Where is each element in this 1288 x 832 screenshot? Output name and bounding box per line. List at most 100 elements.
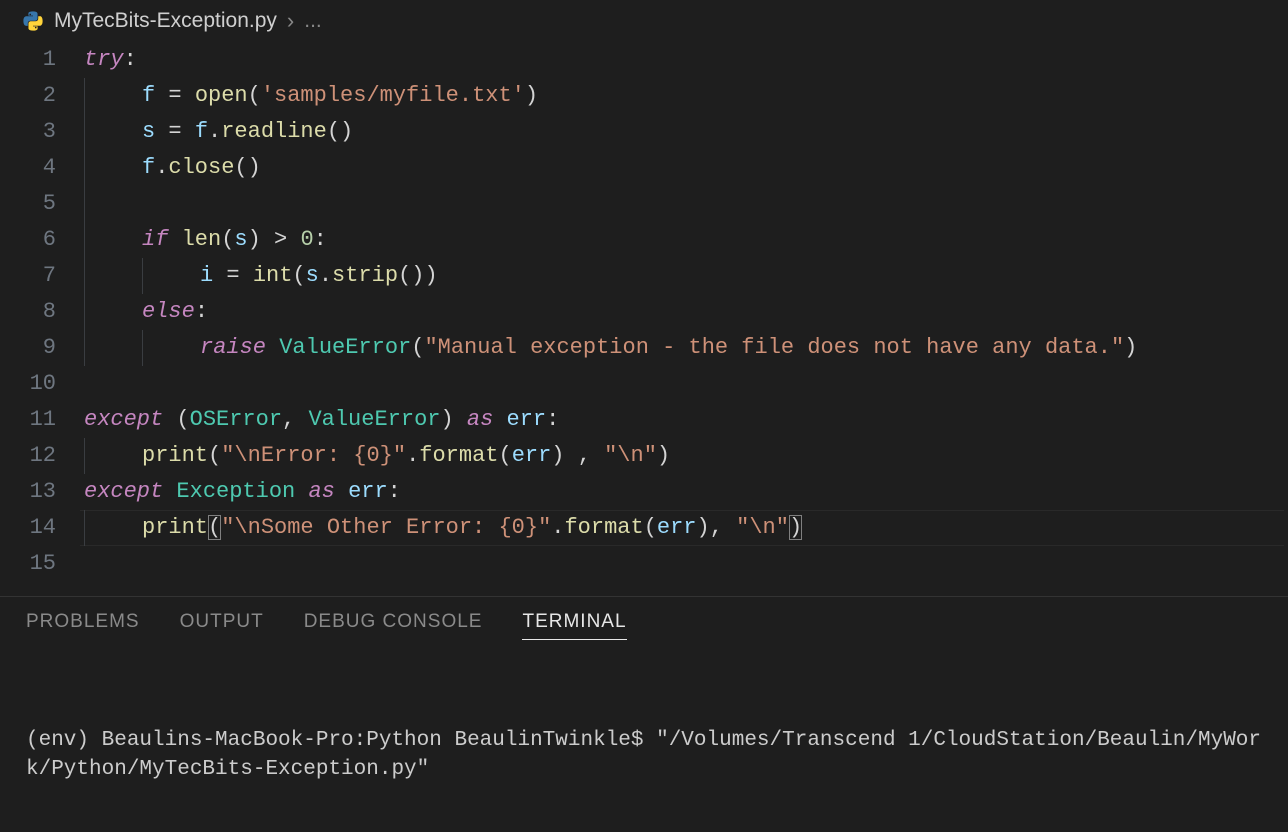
token: )	[525, 83, 538, 108]
token: "\nError: {0}"	[221, 443, 406, 468]
line-number: 9	[0, 330, 56, 366]
indent-guide	[84, 222, 85, 258]
token	[266, 335, 279, 360]
code-line[interactable]: print("\nError: {0}".format(err) , "\n")	[84, 438, 1288, 474]
token: .	[319, 263, 332, 288]
terminal-output[interactable]: (env) Beaulins-MacBook-Pro:Python Beauli…	[0, 650, 1288, 832]
panel-tab-terminal[interactable]: TERMINAL	[522, 611, 626, 640]
code-line[interactable]	[84, 186, 1288, 222]
token: open	[195, 83, 248, 108]
token: )	[1124, 335, 1137, 360]
code-line[interactable]: raise ValueError("Manual exception - the…	[84, 330, 1288, 366]
breadcrumb-rest[interactable]: ...	[304, 9, 322, 33]
indent-guide	[84, 258, 85, 294]
indent-guide	[142, 258, 143, 294]
token: .	[406, 443, 419, 468]
token: 'samples/myfile.txt'	[261, 83, 525, 108]
panel-tab-debug[interactable]: DEBUG CONSOLE	[304, 611, 483, 640]
token: (	[292, 263, 305, 288]
token: (	[248, 83, 261, 108]
indent-guide	[84, 510, 85, 546]
token: :	[124, 47, 137, 72]
token: as	[467, 407, 493, 432]
code-line[interactable]: print("\nSome Other Error: {0}".format(e…	[84, 510, 1288, 546]
line-number: 13	[0, 474, 56, 510]
python-icon	[22, 10, 44, 32]
token: format	[419, 443, 498, 468]
breadcrumb-filename[interactable]: MyTecBits-Exception.py	[54, 9, 277, 33]
token: ,	[282, 407, 308, 432]
token: err	[348, 479, 388, 504]
token	[163, 407, 176, 432]
token: as	[308, 479, 334, 504]
token: len	[182, 227, 222, 252]
token: i	[200, 263, 213, 288]
token: f	[142, 83, 155, 108]
token: ) ,	[551, 443, 604, 468]
token: ValueError	[308, 407, 440, 432]
token: OSError	[190, 407, 282, 432]
token: =	[155, 83, 195, 108]
code-line[interactable]: i = int(s.strip())	[84, 258, 1288, 294]
token: readline	[221, 119, 327, 144]
line-number: 14	[0, 510, 56, 546]
code-line[interactable]: try:	[84, 42, 1288, 78]
token: )	[440, 407, 453, 432]
panel-tab-output[interactable]: OUTPUT	[180, 611, 264, 640]
code-line[interactable]: s = f.readline()	[84, 114, 1288, 150]
line-number: 12	[0, 438, 56, 474]
token: =	[155, 119, 195, 144]
code-line[interactable]: f.close()	[84, 150, 1288, 186]
token: f	[142, 155, 155, 180]
token: try	[84, 47, 124, 72]
token: =	[213, 263, 253, 288]
token: .	[155, 155, 168, 180]
line-number: 6	[0, 222, 56, 258]
code-line[interactable]: if len(s) > 0:	[84, 222, 1288, 258]
indent-guide	[84, 186, 85, 222]
token: "\n"	[736, 515, 789, 540]
breadcrumb[interactable]: MyTecBits-Exception.py › ...	[0, 0, 1288, 42]
token	[335, 479, 348, 504]
token: "\nSome Other Error: {0}"	[221, 515, 551, 540]
token: .	[208, 119, 221, 144]
token: )	[657, 443, 670, 468]
code-area[interactable]: try:f = open('samples/myfile.txt')s = f.…	[84, 42, 1288, 582]
token: err	[512, 443, 552, 468]
line-number: 15	[0, 546, 56, 582]
token: except	[84, 407, 163, 432]
token	[454, 407, 467, 432]
token: (	[498, 443, 511, 468]
panel-tabs: PROBLEMS OUTPUT DEBUG CONSOLE TERMINAL	[0, 597, 1288, 650]
token: >	[261, 227, 301, 252]
workspace: MyTecBits-Exception.py › ... 12345678910…	[0, 0, 1288, 832]
code-line[interactable]: except (OSError, ValueError) as err:	[84, 402, 1288, 438]
indent-guide	[84, 150, 85, 186]
token: ()	[234, 155, 260, 180]
token: ValueError	[279, 335, 411, 360]
code-line[interactable]	[84, 546, 1288, 582]
token: :	[314, 227, 327, 252]
panel-tab-problems[interactable]: PROBLEMS	[26, 611, 140, 640]
token: "Manual exception - the file does not ha…	[424, 335, 1124, 360]
code-line[interactable]: except Exception as err:	[84, 474, 1288, 510]
chevron-right-icon: ›	[287, 8, 294, 34]
line-number: 5	[0, 186, 56, 222]
token: (	[208, 515, 221, 540]
token: Exception	[176, 479, 295, 504]
token: print	[142, 515, 208, 540]
token: f	[195, 119, 208, 144]
code-line[interactable]: else:	[84, 294, 1288, 330]
line-number: 3	[0, 114, 56, 150]
token: )	[789, 515, 802, 540]
code-line[interactable]	[84, 366, 1288, 402]
token	[168, 227, 181, 252]
token: except	[84, 479, 163, 504]
code-line[interactable]: f = open('samples/myfile.txt')	[84, 78, 1288, 114]
indent-guide	[84, 114, 85, 150]
token: strip	[332, 263, 398, 288]
code-editor[interactable]: 123456789101112131415 try:f = open('samp…	[0, 42, 1288, 582]
indent-guide	[84, 438, 85, 474]
token: s	[306, 263, 319, 288]
token: :	[546, 407, 559, 432]
